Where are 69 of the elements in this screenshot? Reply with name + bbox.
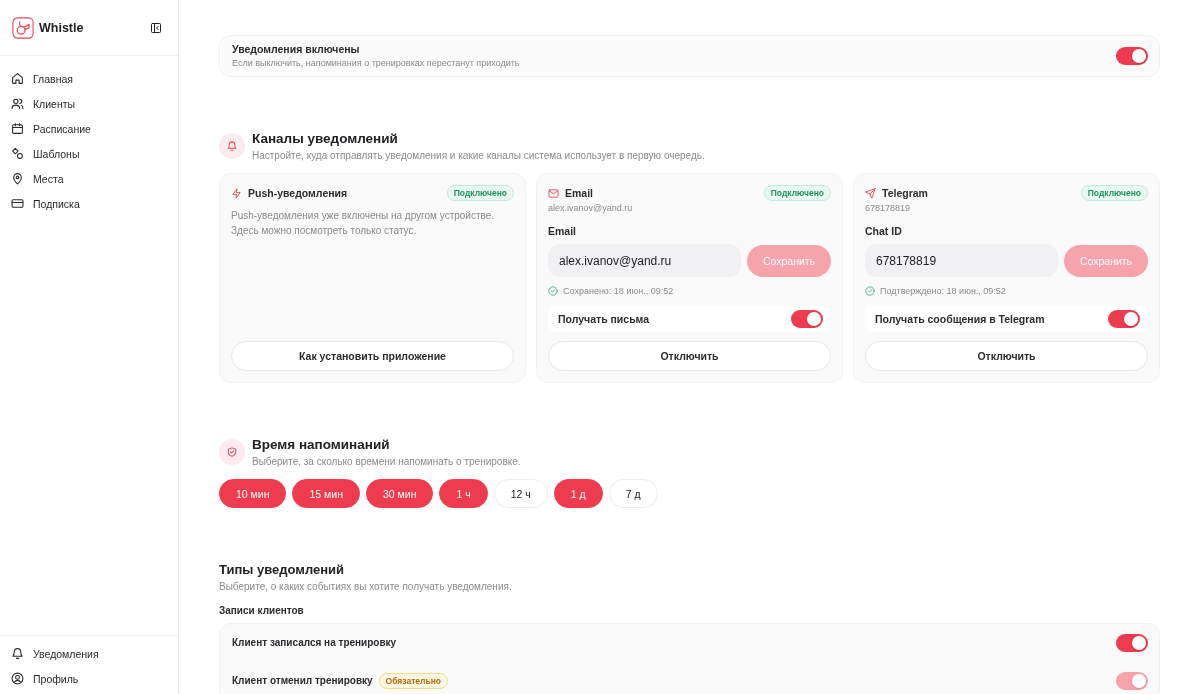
toggle-switch[interactable] — [1116, 47, 1148, 65]
notification-label: Клиент записался на тренировку — [232, 637, 397, 649]
shield-check-icon — [219, 439, 245, 465]
section-description: Выберите, за сколько времени напоминать о тренировке. — [252, 455, 521, 468]
input-field[interactable]: alex.ivanov@yand.ru — [548, 244, 741, 277]
reminder-chip[interactable]: 30 мин — [365, 479, 434, 508]
status-badge: Подключено — [1080, 185, 1148, 201]
nav-item[interactable]: Расписание — [0, 116, 178, 141]
section-description: Настройте, куда отправлять уведомления и какие каналы система использует в первую очередь. — [252, 149, 705, 162]
field-label: Chat ID — [865, 225, 903, 237]
disconnect-button[interactable]: Отключить — [865, 341, 1148, 371]
check-circle-icon — [865, 286, 875, 296]
setting-description: Если выключить, напоминания о тренировках перестанут приходить — [232, 57, 521, 69]
nav-item[interactable]: Места — [0, 166, 178, 191]
input-field[interactable]: 678178819 — [865, 244, 1058, 277]
channel-title: Email — [565, 187, 594, 199]
map-pin-icon — [11, 172, 24, 185]
setting-title: Уведомления включены — [232, 43, 361, 56]
nav-item[interactable]: Клиенты — [0, 91, 178, 116]
section-title: Типы уведомлений — [219, 562, 346, 578]
reminder-chip[interactable]: 10 мин — [219, 479, 287, 508]
sidebar-panel-icon[interactable] — [150, 21, 162, 34]
status-note: Подтверждено: 18 июн., 09:52 — [880, 286, 1006, 296]
reminder-chip[interactable]: 1 д — [553, 479, 603, 508]
status-badge: Подключено — [763, 185, 831, 201]
users-icon — [11, 97, 24, 110]
home-icon — [11, 72, 24, 85]
channel-subtitle: 678178819 — [865, 203, 912, 214]
nav-item[interactable]: Главная — [0, 66, 178, 91]
credit-card-icon — [11, 197, 24, 210]
required-badge: Обязательно — [378, 673, 448, 689]
bell-icon — [219, 133, 245, 159]
reminder-chip[interactable]: 1 ч — [439, 479, 488, 508]
nav-item[interactable]: Уведомления — [0, 641, 178, 666]
channel-title: Telegram — [882, 187, 929, 199]
lightning-icon — [231, 187, 242, 199]
whistle-icon — [12, 16, 34, 39]
reminder-chip[interactable]: 7 д — [608, 479, 658, 508]
status-note: Сохранено: 18 июн., 09:52 — [563, 286, 674, 296]
toggle-switch[interactable] — [1116, 634, 1148, 652]
section-description: Выберите, о каких событиях вы хотите получать уведомления. — [219, 580, 513, 593]
notification-label: Клиент отменил тренировку — [232, 675, 373, 687]
toggle-label: Получать письма — [558, 312, 650, 325]
mail-icon — [548, 187, 559, 199]
shapes-icon — [11, 147, 24, 160]
reminder-chip[interactable]: 12 ч — [493, 479, 548, 508]
field-label: Email — [548, 225, 577, 237]
nav-item[interactable]: Шаблоны — [0, 141, 178, 166]
toggle-switch[interactable] — [1108, 309, 1140, 328]
channel-subtitle: alex.ivanov@yand.ru — [548, 203, 634, 214]
toggle-label: Получать сообщения в Telegram — [875, 312, 1045, 325]
disconnect-button[interactable]: Отключить — [548, 341, 831, 371]
nav-item[interactable]: Подписка — [0, 191, 178, 216]
section-title: Каналы уведомлений — [252, 131, 399, 147]
group-title: Записи клиентов — [219, 605, 305, 617]
nav-item[interactable]: Профиль — [0, 666, 178, 691]
toggle-switch[interactable] — [791, 309, 823, 328]
paper-plane-icon — [865, 187, 876, 199]
channel-title: Push-уведомления — [248, 187, 349, 199]
install-guide-button[interactable]: Как установить приложение — [231, 341, 514, 371]
brand-name: Whistle — [39, 20, 85, 35]
calendar-icon — [11, 122, 24, 135]
bell-icon — [11, 647, 24, 660]
channel-description: Push-уведомления уже включены на другом устройстве. Здесь можно посмотреть только статус. — [231, 209, 496, 238]
section-title: Время напоминаний — [252, 437, 391, 453]
reminder-chip[interactable]: 15 мин — [292, 479, 360, 508]
check-circle-icon — [548, 286, 558, 296]
status-badge: Подключено — [446, 185, 514, 201]
user-circle-icon — [11, 672, 24, 685]
